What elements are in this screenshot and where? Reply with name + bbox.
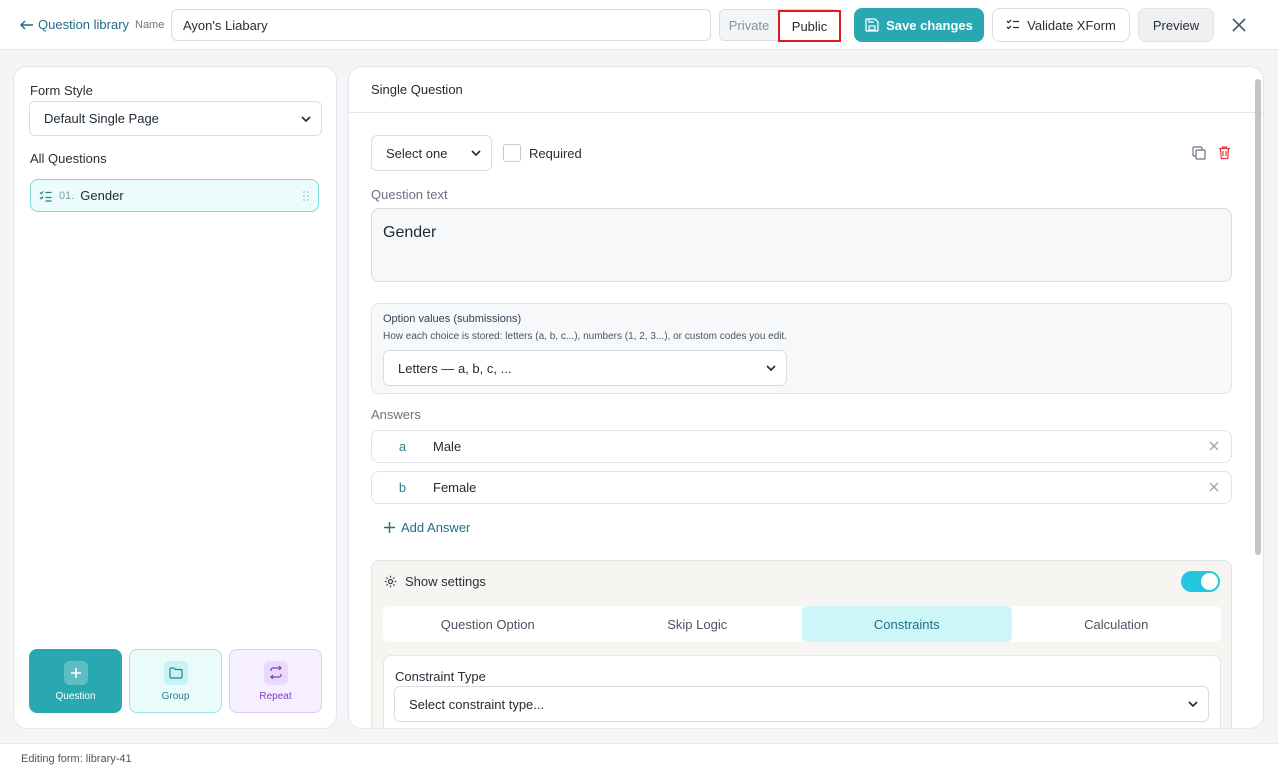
editor-header: Single Question [349, 67, 1263, 113]
close-icon[interactable] [1230, 16, 1248, 34]
answer-label[interactable]: Male [433, 439, 461, 454]
library-name-input[interactable] [171, 9, 711, 41]
tab-skip-logic[interactable]: Skip Logic [593, 606, 803, 642]
add-question-button[interactable]: Question [29, 649, 122, 713]
answer-code: a [398, 439, 407, 454]
answer-code: b [398, 480, 407, 495]
plus-icon [63, 660, 88, 685]
checklist-icon [1006, 19, 1020, 30]
question-label: Gender [80, 188, 124, 203]
arrow-left-icon [20, 20, 33, 29]
scrollbar[interactable] [1255, 79, 1261, 555]
constraint-type-placeholder: Select constraint type... [409, 696, 545, 712]
answers-label: Answers [371, 407, 421, 422]
add-group-button[interactable]: Group [129, 649, 222, 713]
editing-status: Editing form: library-41 [21, 753, 132, 765]
status-footer: Editing form: library-41 [0, 743, 1278, 773]
settings-tabs: Question Option Skip Logic Constraints C… [383, 606, 1221, 642]
all-questions-label: All Questions [30, 151, 107, 166]
chevron-down-icon [1188, 701, 1198, 707]
question-type-select[interactable]: Select one [371, 135, 492, 171]
top-bar: Question library Name Private Public Sav… [0, 0, 1278, 50]
list-check-icon [39, 190, 52, 202]
required-label: Required [529, 146, 582, 161]
question-text-label: Question text [371, 187, 448, 202]
trash-icon[interactable] [1218, 145, 1231, 160]
tab-constraints[interactable]: Constraints [802, 606, 1012, 642]
answer-row[interactable]: a Male [371, 430, 1232, 463]
constraint-box: Constraint Type Select constraint type..… [383, 655, 1221, 728]
public-option[interactable]: Public [778, 10, 841, 42]
save-label: Save changes [886, 17, 973, 33]
add-answer-label: Add Answer [401, 520, 471, 535]
chevron-down-icon [301, 115, 311, 122]
add-group-label: Group [161, 690, 190, 702]
repeat-icon [263, 660, 288, 685]
validate-xform-button[interactable]: Validate XForm [992, 8, 1130, 42]
question-editor-panel: Single Question Select one Required Ques… [348, 66, 1264, 729]
required-checkbox[interactable] [503, 144, 521, 162]
validate-label: Validate XForm [1027, 17, 1116, 33]
preview-button[interactable]: Preview [1138, 8, 1214, 42]
back-label: Question library [38, 17, 130, 32]
editor-title: Single Question [371, 82, 463, 97]
add-repeat-label: Repeat [259, 690, 292, 702]
form-style-select[interactable]: Default Single Page [29, 101, 322, 136]
question-list-panel: Form Style Default Single Page All Quest… [13, 66, 337, 729]
option-values-value: Letters — a, b, c, ... [398, 360, 512, 376]
folder-icon [163, 660, 188, 685]
question-type-value: Select one [386, 145, 448, 161]
question-list-item[interactable]: 01. Gender [30, 179, 319, 212]
question-number: 01. [59, 189, 75, 202]
visibility-toggle: Private Public [719, 9, 841, 42]
preview-label: Preview [1152, 17, 1200, 33]
name-label: Name [135, 19, 165, 31]
option-values-box: Option values (submissions) How each cho… [371, 303, 1232, 394]
save-icon [865, 18, 879, 32]
plus-icon [384, 522, 395, 533]
remove-answer-icon[interactable] [1209, 441, 1219, 451]
show-settings-label: Show settings [405, 574, 486, 589]
add-question-label: Question [55, 690, 96, 702]
duplicate-icon[interactable] [1192, 146, 1206, 160]
remove-answer-icon[interactable] [1209, 482, 1219, 492]
answer-row[interactable]: b Female [371, 471, 1232, 504]
settings-toggle[interactable] [1181, 571, 1220, 592]
option-values-select[interactable]: Letters — a, b, c, ... [383, 350, 787, 386]
chevron-down-icon [766, 365, 776, 371]
option-values-title: Option values (submissions) [383, 313, 522, 325]
drag-handle-icon[interactable] [303, 191, 309, 201]
save-changes-button[interactable]: Save changes [854, 8, 984, 42]
chevron-down-icon [471, 150, 481, 156]
tab-calculation[interactable]: Calculation [1012, 606, 1222, 642]
form-style-label: Form Style [30, 83, 93, 98]
tab-question-option[interactable]: Question Option [383, 606, 593, 642]
form-style-value: Default Single Page [44, 111, 159, 126]
question-text-input[interactable]: Gender [371, 208, 1232, 282]
constraint-type-select[interactable]: Select constraint type... [394, 686, 1209, 722]
option-values-description: How each choice is stored: letters (a, b… [383, 331, 788, 342]
settings-panel: Show settings Question Option Skip Logic… [371, 560, 1232, 728]
constraint-type-label: Constraint Type [395, 669, 486, 684]
back-to-library-link[interactable]: Question library [20, 17, 129, 32]
add-repeat-button[interactable]: Repeat [229, 649, 322, 713]
add-answer-button[interactable]: Add Answer [384, 520, 470, 535]
private-option[interactable]: Private [720, 18, 778, 33]
answer-label[interactable]: Female [433, 480, 476, 495]
gear-icon [384, 575, 397, 588]
